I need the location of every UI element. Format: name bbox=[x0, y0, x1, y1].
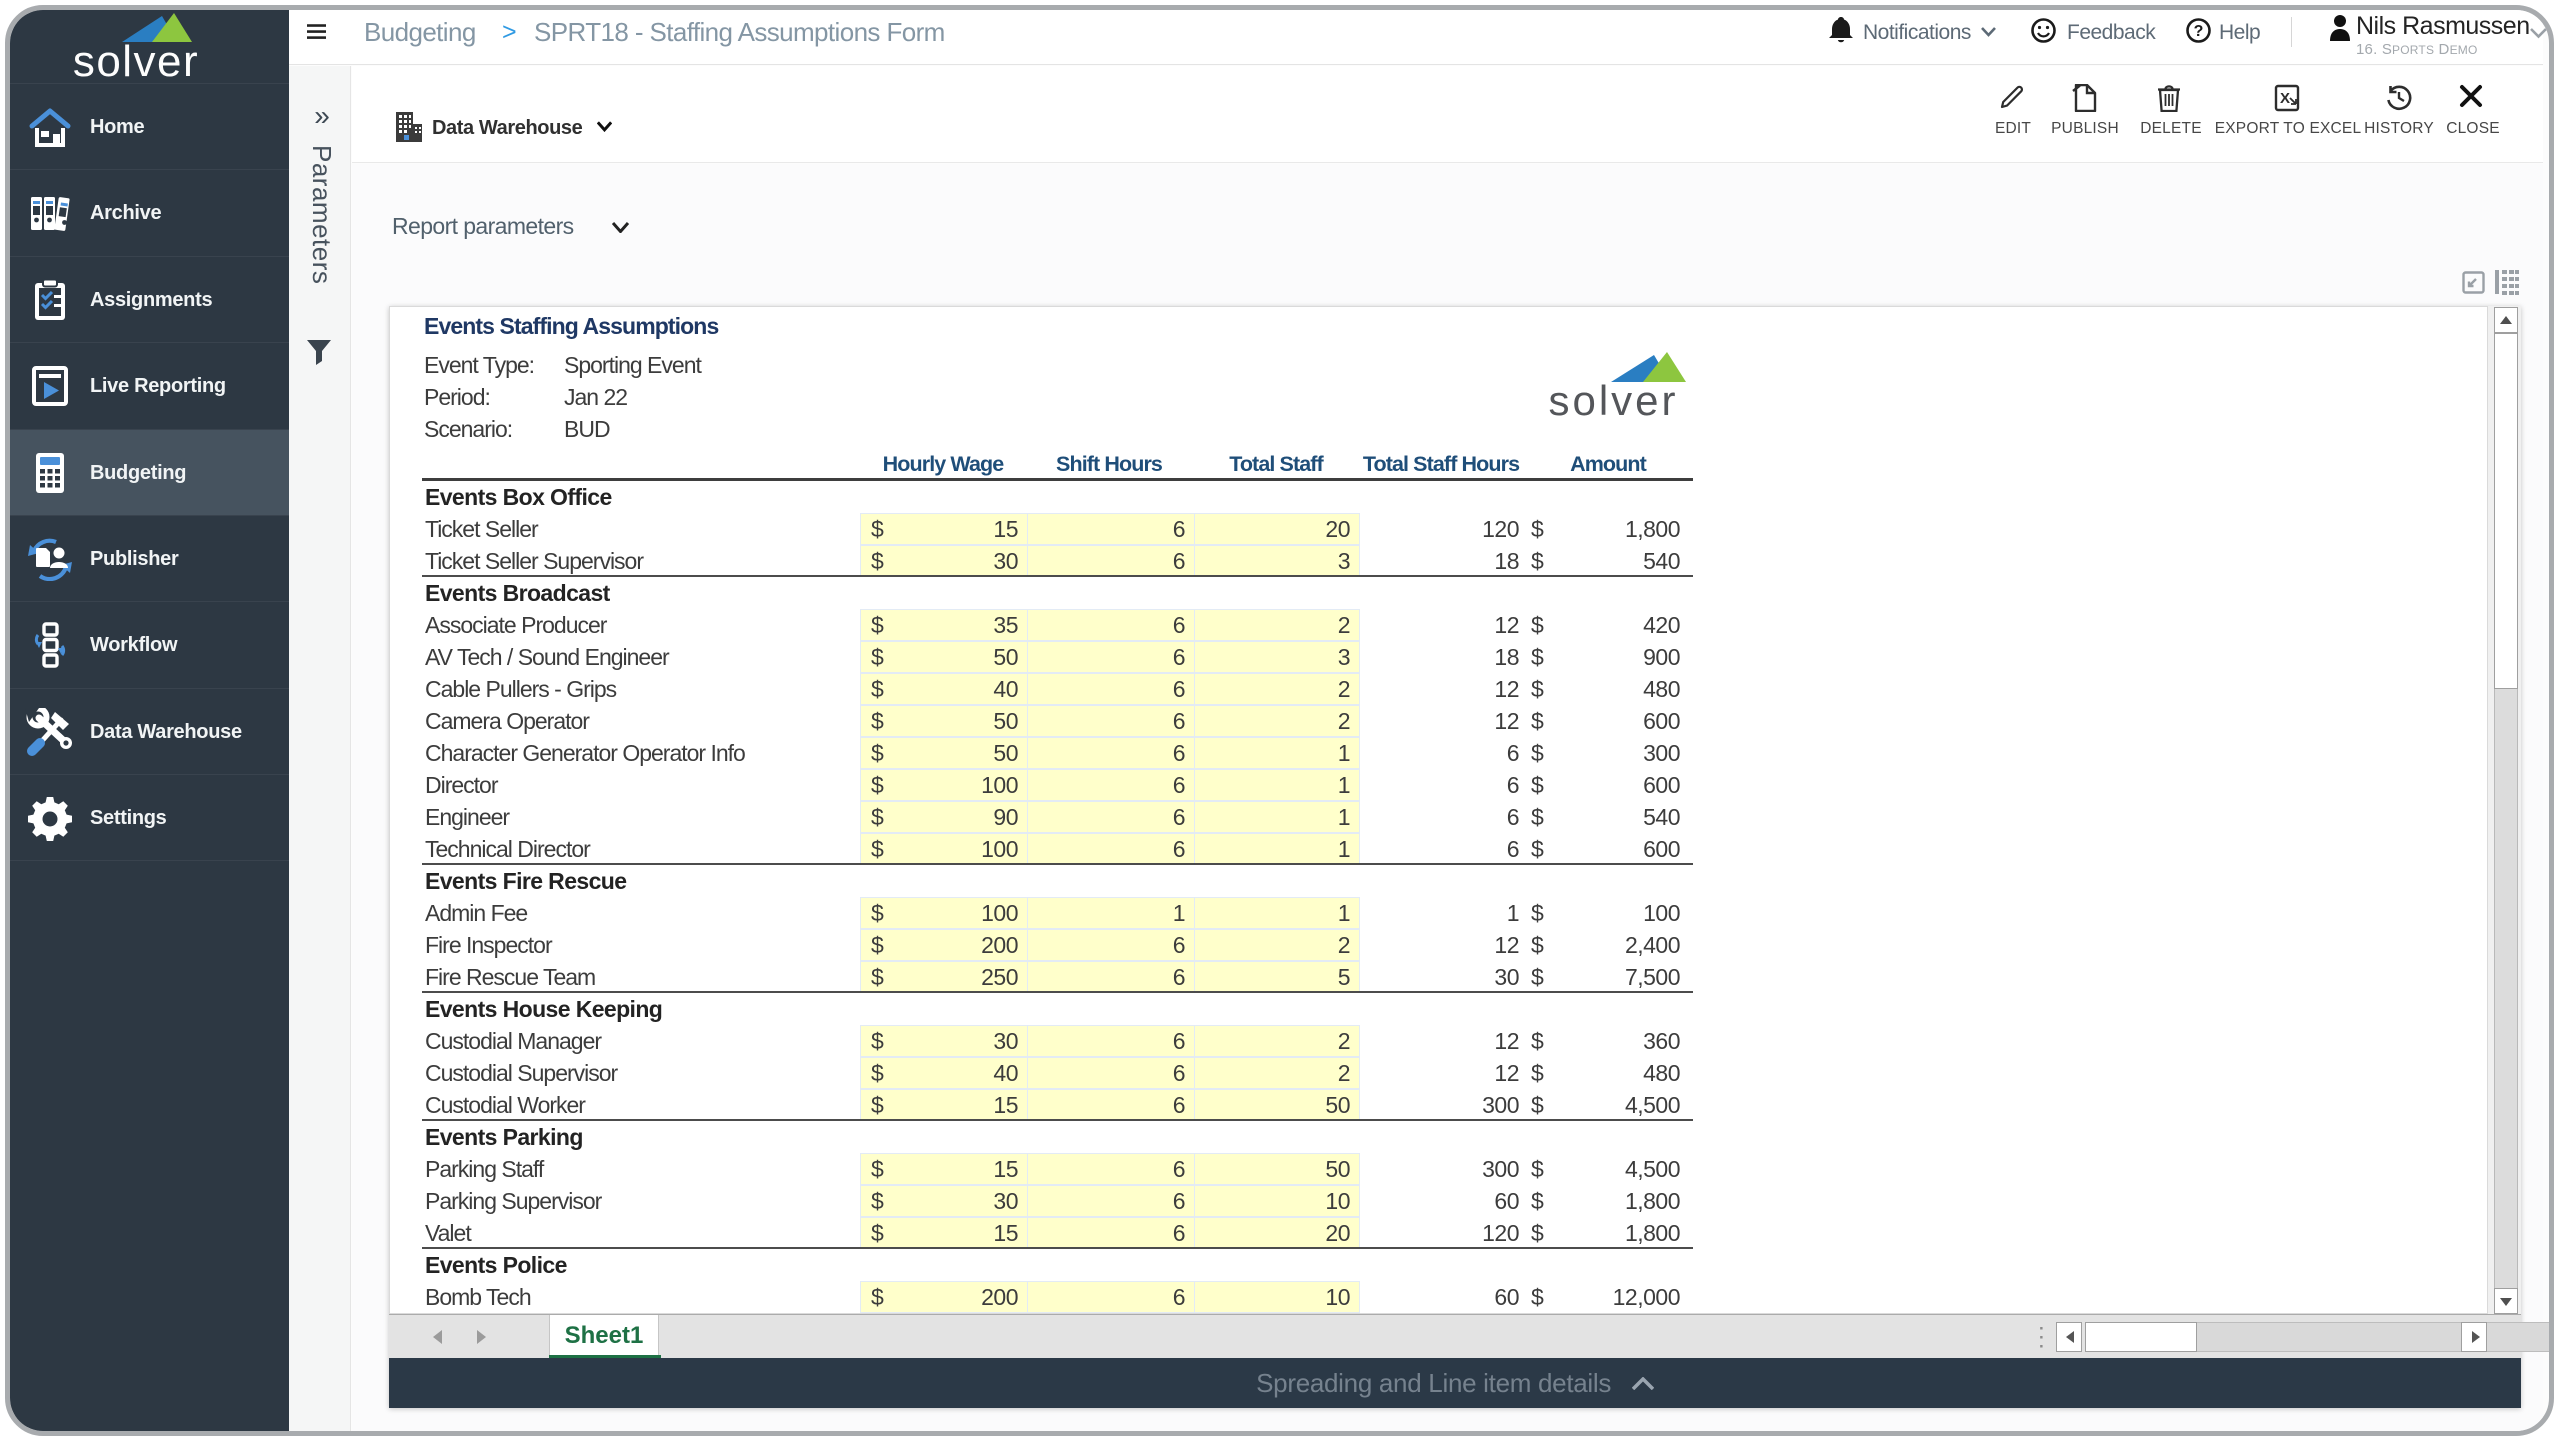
svg-text:?: ? bbox=[2194, 23, 2204, 40]
svg-text:X: X bbox=[2280, 90, 2290, 107]
